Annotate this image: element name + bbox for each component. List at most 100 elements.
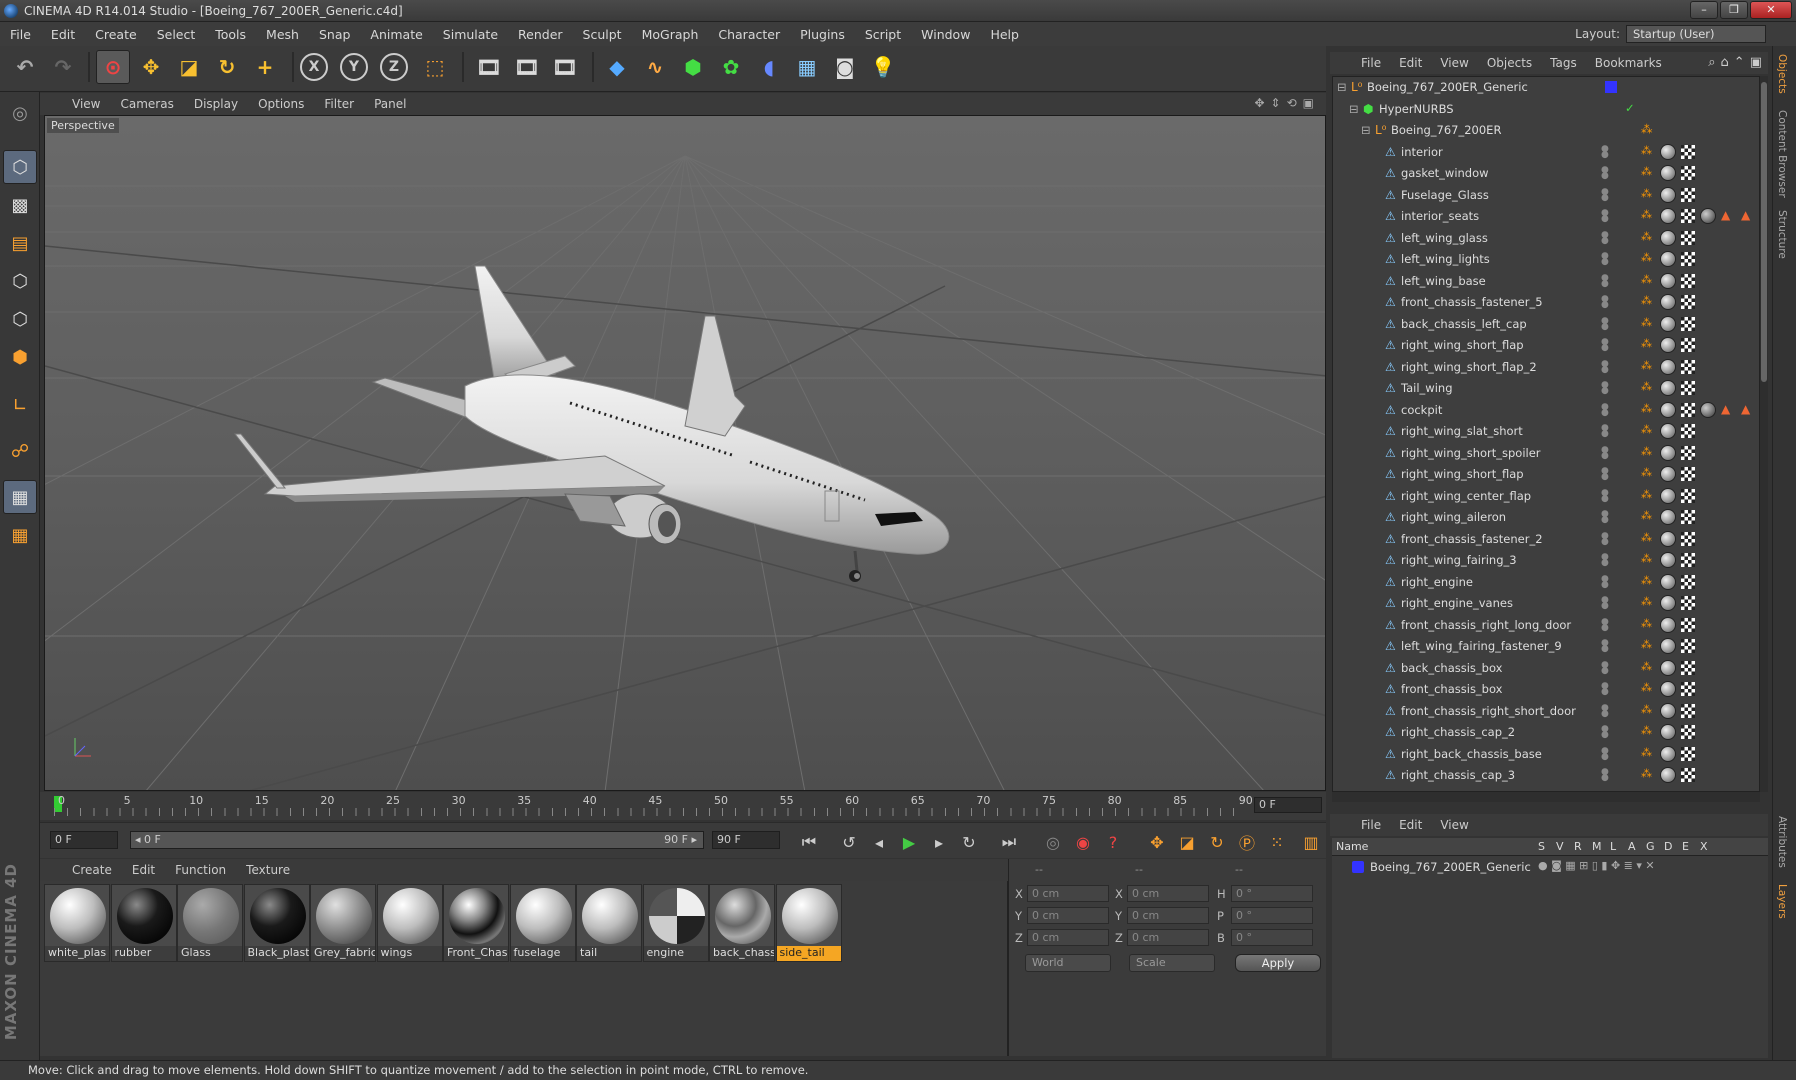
menu-window[interactable]: Window: [911, 27, 980, 42]
object-row[interactable]: ⚠ interior_seats ● ● ⁂ ▲ ▲: [1333, 206, 1759, 228]
object-name[interactable]: right_wing_short_spoiler: [1401, 446, 1541, 460]
layer-row[interactable]: Boeing_767_200ER_Generic ● ◙ ▦ ⊞ ▯ ▮ ✥ ≣…: [1332, 858, 1768, 876]
visibility-dots[interactable]: ● ●: [1601, 488, 1609, 503]
material-tag-icon[interactable]: [1660, 659, 1676, 676]
menu-script[interactable]: Script: [855, 27, 911, 42]
phong-tag-icon[interactable]: ⁂: [1641, 681, 1652, 694]
object-name[interactable]: Boeing_767_200ER: [1391, 123, 1501, 137]
render-picture-viewer-icon[interactable]: 🎞: [510, 50, 544, 84]
material-tag-icon[interactable]: [1660, 337, 1676, 353]
uvw-tag-icon[interactable]: [1681, 660, 1695, 675]
object-row[interactable]: ⚠ left_wing_lights ● ● ⁂: [1333, 249, 1759, 271]
phong-tag-icon[interactable]: ⁂: [1641, 660, 1652, 673]
object-name[interactable]: left_wing_glass: [1401, 231, 1488, 245]
menu-mograph[interactable]: MoGraph: [632, 27, 709, 42]
cube-primitive-icon[interactable]: ◆: [600, 50, 634, 84]
objects-menu-view[interactable]: View: [1431, 56, 1477, 70]
layer-color-swatch[interactable]: [1352, 861, 1364, 873]
collapse-icon[interactable]: ⊟: [1337, 80, 1347, 94]
visibility-dots[interactable]: ● ●: [1601, 424, 1609, 439]
material-tag-icon[interactable]: [1660, 423, 1676, 439]
object-name[interactable]: front_chassis_box: [1401, 682, 1502, 696]
object-name[interactable]: Fuselage_Glass: [1401, 188, 1489, 202]
spline-pen-icon[interactable]: ∿: [638, 50, 672, 84]
object-name[interactable]: interior: [1401, 145, 1443, 159]
object-name[interactable]: right_wing_short_flap: [1401, 467, 1524, 481]
object-row-root[interactable]: ⊟ L⁰ Boeing_767_200ER_Generic: [1333, 77, 1759, 99]
phong-tag-icon[interactable]: ⁂: [1641, 552, 1652, 565]
tab-content-browser[interactable]: Content Browser: [1776, 110, 1788, 198]
tab-objects[interactable]: Objects: [1776, 54, 1788, 94]
layers-menu-edit[interactable]: Edit: [1390, 818, 1431, 832]
live-selection-icon[interactable]: ⊙: [96, 50, 130, 84]
viewport-menu-panel[interactable]: Panel: [364, 97, 416, 111]
light-icon[interactable]: 💡: [866, 50, 900, 84]
material-swatch-fuselage[interactable]: fuselage: [509, 884, 576, 962]
points-mode-icon[interactable]: ⬡: [3, 264, 37, 298]
size-mode-dropdown[interactable]: Scale: [1129, 954, 1215, 972]
layer-color-swatch[interactable]: [1605, 81, 1617, 93]
phong-tag-icon[interactable]: ⁂: [1641, 402, 1652, 415]
material-swatch-tail[interactable]: tail: [576, 884, 642, 962]
y-axis-lock-button[interactable]: Y: [340, 53, 368, 81]
menu-mesh[interactable]: Mesh: [256, 27, 309, 42]
uvw-tag-icon[interactable]: [1681, 445, 1695, 460]
object-manager-scrollbar[interactable]: [1760, 76, 1768, 792]
object-row[interactable]: ⚠ left_wing_fairing_fastener_9 ● ● ⁂: [1333, 636, 1759, 658]
collapse-icon[interactable]: ⊟: [1361, 123, 1371, 137]
material-tag-icon[interactable]: [1660, 165, 1676, 181]
subdivision-surface-icon[interactable]: ⬢: [676, 50, 710, 84]
objects-menu-tags[interactable]: Tags: [1541, 56, 1586, 70]
object-name[interactable]: right_wing_center_flap: [1401, 489, 1531, 503]
objects-menu-bookmarks[interactable]: Bookmarks: [1586, 56, 1671, 70]
point-level-key-icon[interactable]: ⁙: [1264, 829, 1290, 855]
material-tag-icon[interactable]: [1660, 724, 1676, 740]
visibility-dots[interactable]: ● ●: [1601, 144, 1609, 159]
object-name[interactable]: Boeing_767_200ER_Generic: [1367, 80, 1528, 94]
position-z-field[interactable]: 0 cm: [1027, 929, 1109, 946]
menu-sculpt[interactable]: Sculpt: [573, 27, 632, 42]
visibility-dots[interactable]: ● ●: [1601, 187, 1609, 202]
object-row[interactable]: ⚠ back_chassis_box ● ● ⁂: [1333, 658, 1759, 680]
uvw-tag-icon[interactable]: [1681, 639, 1695, 653]
size-x-field[interactable]: 0 cm: [1127, 885, 1209, 902]
tweak-mode-icon[interactable]: ☍: [3, 434, 37, 468]
uvw-tag-icon[interactable]: [1681, 381, 1695, 395]
uvw-tag-icon[interactable]: [1681, 682, 1695, 696]
pan-icon[interactable]: ✥: [1254, 96, 1264, 110]
menu-render[interactable]: Render: [508, 27, 573, 42]
object-name[interactable]: right_engine: [1401, 575, 1473, 589]
visibility-dots[interactable]: ● ●: [1601, 703, 1609, 718]
phong-tag-icon[interactable]: ⁂: [1641, 294, 1652, 307]
size-z-field[interactable]: 0 cm: [1127, 929, 1209, 946]
objects-menu-file[interactable]: File: [1352, 56, 1390, 70]
object-name[interactable]: right_wing_slat_short: [1401, 424, 1523, 438]
visibility-dots[interactable]: ● ●: [1601, 682, 1609, 697]
end-frame-field[interactable]: 90 F: [712, 831, 780, 849]
phong-tag-icon[interactable]: ⁂: [1641, 251, 1652, 264]
material-tag-icon[interactable]: [1660, 229, 1676, 246]
orbit-icon[interactable]: ⟲: [1287, 96, 1297, 110]
uvw-tag-icon[interactable]: [1681, 488, 1695, 503]
material-tag-icon[interactable]: [1660, 380, 1676, 396]
uvw-tag-icon[interactable]: [1681, 725, 1695, 739]
object-row[interactable]: ⚠ right_chassis_cap_2 ● ● ⁂: [1333, 722, 1759, 744]
visibility-dots[interactable]: ● ●: [1601, 510, 1609, 525]
object-name[interactable]: left_wing_base: [1401, 274, 1486, 288]
phong-tag-icon[interactable]: ⁂: [1641, 380, 1652, 393]
object-row[interactable]: ⚠ right_wing_short_spoiler ● ● ⁂: [1333, 443, 1759, 465]
warning-icon[interactable]: ▲: [1741, 402, 1750, 416]
phong-tag-icon[interactable]: ⁂: [1641, 595, 1652, 608]
phong-tag-icon[interactable]: ⁂: [1641, 638, 1652, 651]
move-icon[interactable]: ✥: [134, 50, 168, 84]
material-tag-icon[interactable]: [1660, 702, 1676, 719]
material-tag-icon[interactable]: [1660, 509, 1676, 525]
object-row[interactable]: ⚠ Tail_wing ● ● ⁂: [1333, 378, 1759, 400]
object-row[interactable]: ⚠ right_wing_slat_short ● ● ⁂: [1333, 421, 1759, 443]
uvw-tag-icon[interactable]: [1681, 252, 1695, 266]
material-tag-icon[interactable]: [1660, 681, 1676, 697]
new-panel-icon[interactable]: ▣: [1750, 55, 1762, 70]
maximize-button[interactable]: ❐: [1720, 1, 1748, 19]
material-menu-edit[interactable]: Edit: [122, 863, 165, 877]
uvw-tag-icon[interactable]: [1681, 467, 1695, 481]
